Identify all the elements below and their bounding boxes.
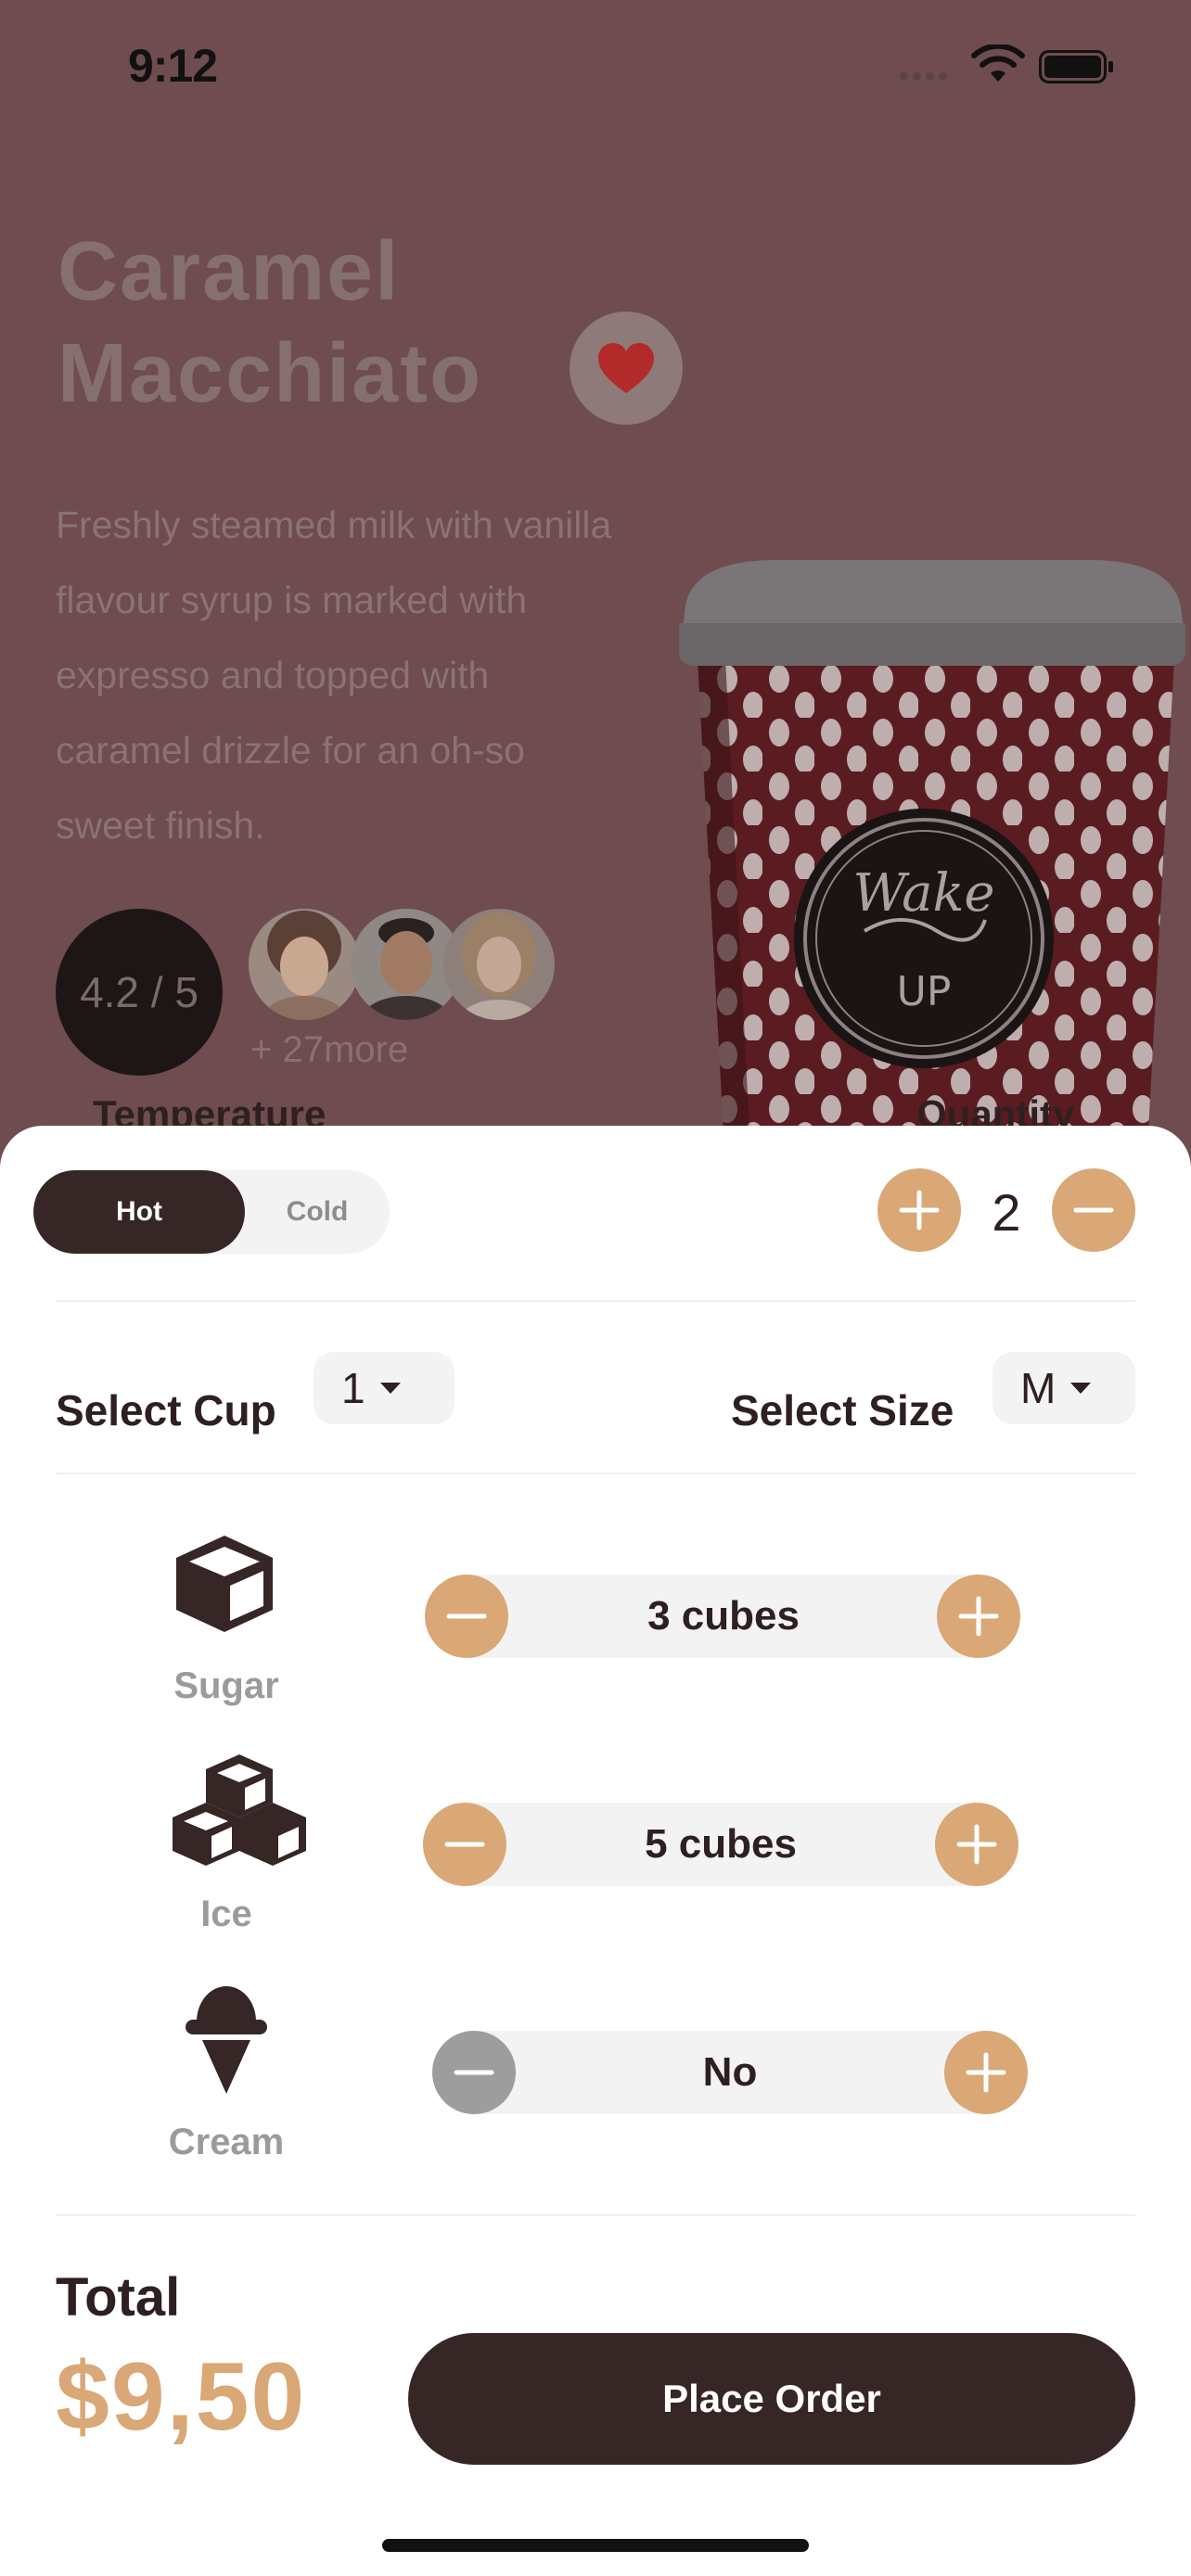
favorite-button[interactable] [570,312,683,425]
cream-decrease-button[interactable] [432,2031,516,2114]
product-title-line1: Caramel [58,225,401,318]
cream-value: No [702,2049,758,2095]
sugar-value: 3 cubes [647,1593,800,1639]
ice-cream-icon [186,1986,267,2094]
battery-icon [1039,50,1113,83]
cream-label: Cream [168,2122,285,2162]
svg-text:Wake: Wake [852,863,994,924]
rating-badge: 4.2 / 5 [56,909,223,1076]
temperature-toggle[interactable]: Hot Cold [33,1170,390,1254]
select-size-label: Select Size [731,1386,954,1435]
plus-icon [966,2052,1006,2093]
select-cup-value: 1 [341,1364,365,1412]
chevron-down-icon [379,1383,401,1394]
plus-icon [899,1190,940,1231]
status-bar: 9:12 [0,0,1191,130]
quantity-increase-button[interactable] [877,1168,961,1252]
select-cup-dropdown[interactable]: 1 [314,1352,455,1424]
sugar-cube-icon [176,1536,273,1632]
minus-icon [446,1613,487,1619]
heart-icon [598,343,654,393]
ice-decrease-button[interactable] [423,1803,506,1886]
ice-cubes-icon [173,1754,306,1866]
temperature-hot-option[interactable]: Hot [33,1170,245,1254]
ice-label: Ice [200,1894,252,1934]
total-price: $9,50 [56,2343,307,2451]
plus-icon [956,1824,997,1865]
coffee-cup-image: Wake UP [679,560,1185,1131]
select-cup-label: Select Cup [56,1386,276,1435]
divider [56,1300,1135,1302]
select-size-dropdown[interactable]: M [992,1352,1135,1424]
divider [56,1473,1135,1474]
quantity-value: 2 [992,1182,1021,1242]
select-size-value: M [1020,1364,1057,1412]
product-description: Freshly steamed milk with vanilla flavou… [56,504,612,847]
status-time: 9:12 [128,40,218,92]
cream-increase-button[interactable] [944,2031,1028,2114]
plus-icon [958,1596,999,1637]
divider [56,2214,1135,2216]
product-title-line2: Macchiato [58,327,483,420]
minus-icon [454,2070,494,2075]
sugar-increase-button[interactable] [937,1575,1020,1658]
cellular-signal-icon [900,72,947,81]
ice-value: 5 cubes [645,1821,797,1867]
quantity-decrease-button[interactable] [1052,1168,1135,1252]
total-label: Total [56,2267,181,2327]
reviewers-more-count: + 27more [250,1029,409,1070]
avatar [443,909,555,1020]
avatar [249,909,360,1020]
sugar-decrease-button[interactable] [425,1575,508,1658]
chevron-down-icon [1070,1383,1092,1394]
home-indicator[interactable] [382,2539,809,2552]
minus-icon [1073,1207,1114,1213]
minus-icon [444,1842,485,1847]
temperature-cold-option[interactable]: Cold [245,1170,390,1254]
product-title: Caramel Macchiato [58,221,482,425]
wifi-icon [971,45,1025,82]
svg-text:UP: UP [897,968,952,1015]
order-options-sheet: Hot Cold 2 Select Cup 1 Select Size M Su… [0,1126,1191,2576]
sugar-label: Sugar [173,1665,279,1706]
ice-increase-button[interactable] [935,1803,1018,1886]
place-order-button[interactable]: Place Order [408,2333,1135,2465]
